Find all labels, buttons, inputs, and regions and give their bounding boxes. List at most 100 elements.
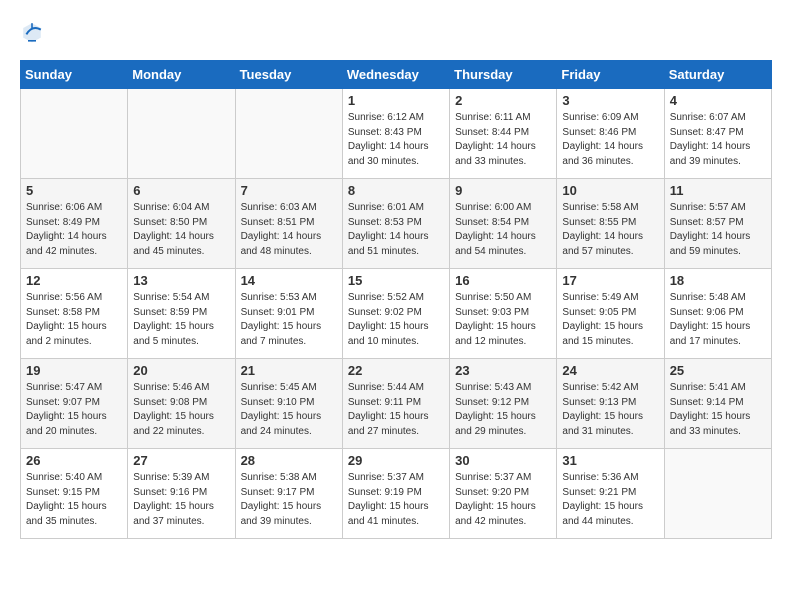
day-info: Sunrise: 5:49 AM Sunset: 9:05 PM Dayligh… [562,291,658,349]
day-number: 9 [455,183,551,198]
weekday-sunday: Sunday [21,61,128,89]
calendar-cell: 27 Sunrise: 5:39 AM Sunset: 9:16 PM Dayli… [128,449,235,539]
weekday-wednesday: Wednesday [342,61,449,89]
day-info: Sunrise: 5:53 AM Sunset: 9:01 PM Dayligh… [241,291,337,349]
day-info: Sunrise: 5:45 AM Sunset: 9:10 PM Dayligh… [241,381,337,439]
day-info: Sunrise: 5:54 AM Sunset: 8:59 PM Dayligh… [133,291,229,349]
logo [20,20,48,44]
day-number: 28 [241,453,337,468]
day-number: 1 [348,93,444,108]
logo-icon [20,20,44,44]
calendar-cell: 20 Sunrise: 5:46 AM Sunset: 9:08 PM Dayli… [128,359,235,449]
day-number: 10 [562,183,658,198]
day-number: 25 [670,363,766,378]
calendar-cell: 29 Sunrise: 5:37 AM Sunset: 9:19 PM Dayli… [342,449,449,539]
week-row-2: 5 Sunrise: 6:06 AM Sunset: 8:49 PM Daylig… [21,179,772,269]
day-info: Sunrise: 5:36 AM Sunset: 9:21 PM Dayligh… [562,471,658,529]
day-info: Sunrise: 5:56 AM Sunset: 8:58 PM Dayligh… [26,291,122,349]
day-number: 16 [455,273,551,288]
day-number: 22 [348,363,444,378]
day-info: Sunrise: 5:48 AM Sunset: 9:06 PM Dayligh… [670,291,766,349]
day-info: Sunrise: 5:37 AM Sunset: 9:20 PM Dayligh… [455,471,551,529]
calendar-cell: 7Sunrise: 6:03 AM Sunset: 8:51 PM Daylig… [235,179,342,269]
calendar-cell [21,89,128,179]
day-info: Sunrise: 6:12 AM Sunset: 8:43 PM Dayligh… [348,111,444,169]
day-info: Sunrise: 6:11 AM Sunset: 8:44 PM Dayligh… [455,111,551,169]
calendar-cell: 28 Sunrise: 5:38 AM Sunset: 9:17 PM Dayli… [235,449,342,539]
day-info: Sunrise: 5:41 AM Sunset: 9:14 PM Dayligh… [670,381,766,439]
calendar-cell: 3 Sunrise: 6:09 AM Sunset: 8:46 PM Daylig… [557,89,664,179]
day-number: 30 [455,453,551,468]
day-info: Sunrise: 5:40 AM Sunset: 9:15 PM Dayligh… [26,471,122,529]
calendar-cell: 4 Sunrise: 6:07 AM Sunset: 8:47 PM Daylig… [664,89,771,179]
day-number: 27 [133,453,229,468]
calendar-cell [235,89,342,179]
calendar-cell: 16Sunrise: 5:50 AM Sunset: 9:03 PM Dayli… [450,269,557,359]
calendar-cell: 1 Sunrise: 6:12 AM Sunset: 8:43 PM Daylig… [342,89,449,179]
day-number: 26 [26,453,122,468]
week-row-3: 12 Sunrise: 5:56 AM Sunset: 8:58 PM Dayli… [21,269,772,359]
calendar-cell [664,449,771,539]
day-info: Sunrise: 5:57 AM Sunset: 8:57 PM Dayligh… [670,201,766,259]
calendar-cell: 31 Sunrise: 5:36 AM Sunset: 9:21 PM Dayli… [557,449,664,539]
day-number: 8 [348,183,444,198]
day-info: Sunrise: 6:04 AM Sunset: 8:50 PM Dayligh… [133,201,229,259]
day-info: Sunrise: 5:43 AM Sunset: 9:12 PM Dayligh… [455,381,551,439]
week-row-1: 1 Sunrise: 6:12 AM Sunset: 8:43 PM Daylig… [21,89,772,179]
calendar-cell: 23 Sunrise: 5:43 AM Sunset: 9:12 PM Dayli… [450,359,557,449]
calendar-cell: 18Sunrise: 5:48 AM Sunset: 9:06 PM Dayli… [664,269,771,359]
day-info: Sunrise: 5:42 AM Sunset: 9:13 PM Dayligh… [562,381,658,439]
day-info: Sunrise: 5:37 AM Sunset: 9:19 PM Dayligh… [348,471,444,529]
day-number: 3 [562,93,658,108]
calendar-cell: 15 Sunrise: 5:52 AM Sunset: 9:02 PM Dayli… [342,269,449,359]
calendar-cell: 13Sunrise: 5:54 AM Sunset: 8:59 PM Dayli… [128,269,235,359]
calendar-cell: 17 Sunrise: 5:49 AM Sunset: 9:05 PM Dayli… [557,269,664,359]
day-number: 20 [133,363,229,378]
day-info: Sunrise: 5:39 AM Sunset: 9:16 PM Dayligh… [133,471,229,529]
weekday-header-row: SundayMondayTuesdayWednesdayThursdayFrid… [21,61,772,89]
calendar-cell: 26 Sunrise: 5:40 AM Sunset: 9:15 PM Dayli… [21,449,128,539]
day-number: 29 [348,453,444,468]
day-info: Sunrise: 5:46 AM Sunset: 9:08 PM Dayligh… [133,381,229,439]
day-number: 23 [455,363,551,378]
day-info: Sunrise: 6:01 AM Sunset: 8:53 PM Dayligh… [348,201,444,259]
calendar-cell: 8 Sunrise: 6:01 AM Sunset: 8:53 PM Daylig… [342,179,449,269]
page-header [20,20,772,44]
day-number: 2 [455,93,551,108]
day-number: 19 [26,363,122,378]
day-number: 15 [348,273,444,288]
day-number: 17 [562,273,658,288]
weekday-friday: Friday [557,61,664,89]
week-row-5: 26 Sunrise: 5:40 AM Sunset: 9:15 PM Dayli… [21,449,772,539]
week-row-4: 19 Sunrise: 5:47 AM Sunset: 9:07 PM Dayli… [21,359,772,449]
day-number: 21 [241,363,337,378]
calendar-cell: 6 Sunrise: 6:04 AM Sunset: 8:50 PM Daylig… [128,179,235,269]
day-info: Sunrise: 5:47 AM Sunset: 9:07 PM Dayligh… [26,381,122,439]
calendar-cell [128,89,235,179]
day-number: 12 [26,273,122,288]
day-info: Sunrise: 5:52 AM Sunset: 9:02 PM Dayligh… [348,291,444,349]
day-info: Sunrise: 5:38 AM Sunset: 9:17 PM Dayligh… [241,471,337,529]
day-number: 14 [241,273,337,288]
day-info: Sunrise: 6:09 AM Sunset: 8:46 PM Dayligh… [562,111,658,169]
calendar-cell: 9 Sunrise: 6:00 AM Sunset: 8:54 PM Daylig… [450,179,557,269]
day-number: 5 [26,183,122,198]
day-info: Sunrise: 6:07 AM Sunset: 8:47 PM Dayligh… [670,111,766,169]
day-info: Sunrise: 6:06 AM Sunset: 8:49 PM Dayligh… [26,201,122,259]
day-number: 31 [562,453,658,468]
day-info: Sunrise: 5:58 AM Sunset: 8:55 PM Dayligh… [562,201,658,259]
day-number: 11 [670,183,766,198]
weekday-thursday: Thursday [450,61,557,89]
calendar-cell: 21 Sunrise: 5:45 AM Sunset: 9:10 PM Dayli… [235,359,342,449]
day-number: 6 [133,183,229,198]
calendar-cell: 14 Sunrise: 5:53 AM Sunset: 9:01 PM Dayli… [235,269,342,359]
calendar-cell: 2 Sunrise: 6:11 AM Sunset: 8:44 PM Daylig… [450,89,557,179]
calendar-cell: 5 Sunrise: 6:06 AM Sunset: 8:49 PM Daylig… [21,179,128,269]
calendar-cell: 10 Sunrise: 5:58 AM Sunset: 8:55 PM Dayli… [557,179,664,269]
calendar-cell: 22Sunrise: 5:44 AM Sunset: 9:11 PM Dayli… [342,359,449,449]
calendar-table: SundayMondayTuesdayWednesdayThursdayFrid… [20,60,772,539]
weekday-monday: Monday [128,61,235,89]
calendar-cell: 19 Sunrise: 5:47 AM Sunset: 9:07 PM Dayli… [21,359,128,449]
day-number: 4 [670,93,766,108]
day-info: Sunrise: 6:00 AM Sunset: 8:54 PM Dayligh… [455,201,551,259]
